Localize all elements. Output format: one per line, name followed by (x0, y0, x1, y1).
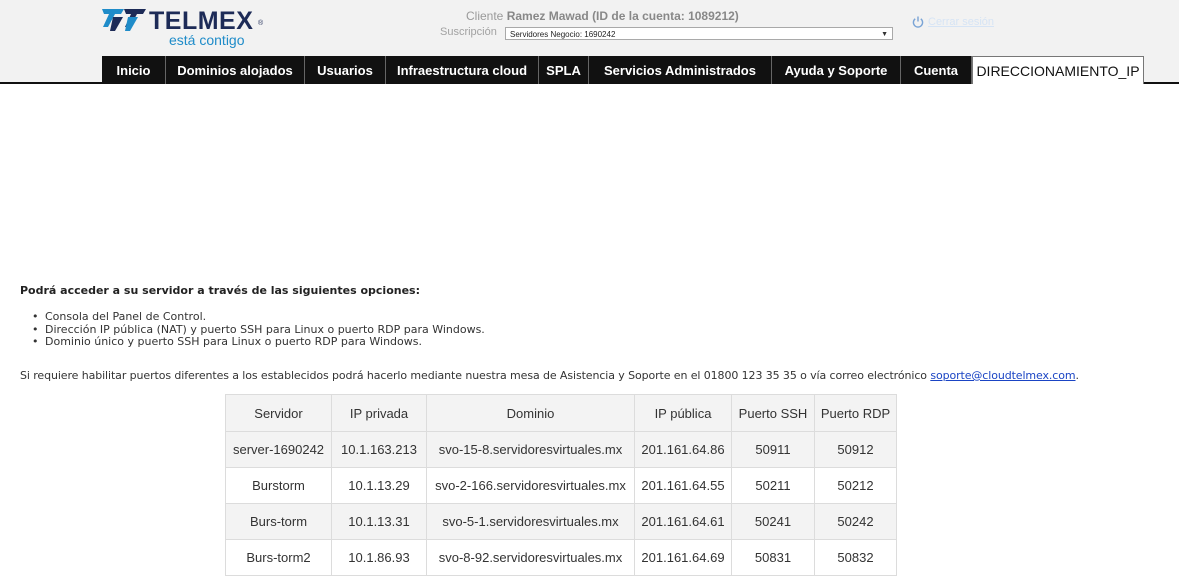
cell-servidor: server-1690242 (225, 431, 332, 468)
column-header: Dominio (426, 394, 635, 432)
subscription-select[interactable]: Servidores Negocio: 1690242 ▼ (505, 27, 893, 40)
cell-puerto-rdp: 50912 (814, 431, 897, 468)
option-text: Consola del Panel de Control. (45, 310, 207, 323)
telmex-logo[interactable]: TELMEX ® está contigo (102, 5, 272, 49)
cell-puerto-ssh: 50211 (731, 467, 815, 504)
tab-cuenta[interactable]: Cuenta (901, 56, 972, 84)
server-table: Servidor IP privada Dominio IP pública P… (225, 394, 897, 576)
brand-tagline: está contigo (169, 32, 245, 48)
cell-puerto-ssh: 50831 (731, 539, 815, 576)
tab-inicio[interactable]: Inicio (102, 56, 166, 84)
column-header: Puerto RDP (814, 394, 897, 432)
table-row: Burs-torm2 10.1.86.93 svo-8-92.servidore… (225, 539, 897, 576)
tab-dominios-alojados[interactable]: Dominios alojados (166, 56, 305, 84)
tab-spla[interactable]: SPLA (539, 56, 589, 84)
subscription-label: Suscripción (440, 26, 497, 38)
intro-text: Podrá acceder a su servidor a través de … (20, 284, 421, 297)
registered-mark: ® (258, 20, 264, 27)
cell-ip-privada: 10.1.13.29 (331, 467, 427, 504)
column-header: IP pública (634, 394, 732, 432)
tab-servicios-administrados[interactable]: Servicios Administrados (589, 56, 772, 84)
cell-puerto-rdp: 50212 (814, 467, 897, 504)
column-header: Puerto SSH (731, 394, 815, 432)
column-header: Servidor (225, 394, 332, 432)
cell-puerto-ssh: 50241 (731, 503, 815, 540)
tab-direccionamiento-ip[interactable]: DIRECCIONAMIENTO_IP (972, 56, 1144, 84)
cell-ip-publica: 201.161.64.55 (634, 467, 732, 504)
tab-infraestructura-cloud[interactable]: Infraestructura cloud (386, 56, 539, 84)
cell-puerto-rdp: 50832 (814, 539, 897, 576)
cell-puerto-ssh: 50911 (731, 431, 815, 468)
table-row: server-1690242 10.1.163.213 svo-15-8.ser… (225, 431, 897, 468)
cell-puerto-rdp: 50242 (814, 503, 897, 540)
top-header: TELMEX ® está contigo Cliente Ramez Mawa… (0, 0, 1179, 52)
subscription-value: Servidores Negocio: 1690242 (510, 30, 616, 39)
bullet-icon: • (32, 335, 39, 348)
support-note: Si requiere habilitar puertos diferentes… (20, 369, 1079, 382)
cell-ip-publica: 201.161.64.69 (634, 539, 732, 576)
table-row: Burs-torm 10.1.13.31 svo-5-1.servidoresv… (225, 503, 897, 540)
column-header: IP privada (331, 394, 427, 432)
cell-servidor: Burs-torm (225, 503, 332, 540)
cell-dominio: svo-8-92.servidoresvirtuales.mx (426, 539, 635, 576)
client-info: Cliente Ramez Mawad (ID de la cuenta: 10… (466, 9, 739, 23)
support-note-text: Si requiere habilitar puertos diferentes… (20, 369, 927, 382)
logout-link[interactable]: Cerrar sesión (928, 16, 994, 28)
client-label: Cliente (466, 9, 504, 23)
option-text: Dominio único y puerto SSH para Linux o … (45, 335, 422, 348)
access-options-list: • Consola del Panel de Control. • Direcció… (32, 310, 485, 349)
list-item: • Dominio único y puerto SSH para Linux o… (32, 335, 485, 349)
cell-ip-privada: 10.1.86.93 (331, 539, 427, 576)
telmex-logo-icon (102, 9, 146, 31)
tab-usuarios[interactable]: Usuarios (305, 56, 386, 84)
power-icon[interactable] (912, 16, 924, 28)
support-email-link[interactable]: soporte@cloudtelmex.com (930, 369, 1075, 382)
cell-dominio: svo-15-8.servidoresvirtuales.mx (426, 431, 635, 468)
cell-ip-publica: 201.161.64.86 (634, 431, 732, 468)
cell-servidor: Burs-torm2 (225, 539, 332, 576)
client-value: Ramez Mawad (ID de la cuenta: 1089212) (506, 9, 739, 23)
dropdown-arrow-icon: ▼ (881, 31, 888, 38)
option-text: Dirección IP pública (NAT) y puerto SSH … (45, 322, 485, 336)
cell-ip-publica: 201.161.64.61 (634, 503, 732, 540)
cell-servidor: Burstorm (225, 467, 332, 504)
cell-dominio: svo-2-166.servidoresvirtuales.mx (426, 467, 635, 504)
cell-dominio: svo-5-1.servidoresvirtuales.mx (426, 503, 635, 540)
cell-ip-privada: 10.1.163.213 (331, 431, 427, 468)
bullet-icon: • (32, 310, 39, 323)
cell-ip-privada: 10.1.13.31 (331, 503, 427, 540)
table-row: Burstorm 10.1.13.29 svo-2-166.servidores… (225, 467, 897, 504)
table-header-row: Servidor IP privada Dominio IP pública P… (225, 394, 897, 432)
tab-ayuda-y-soporte[interactable]: Ayuda y Soporte (772, 56, 901, 84)
support-note-end: . (1075, 369, 1080, 382)
